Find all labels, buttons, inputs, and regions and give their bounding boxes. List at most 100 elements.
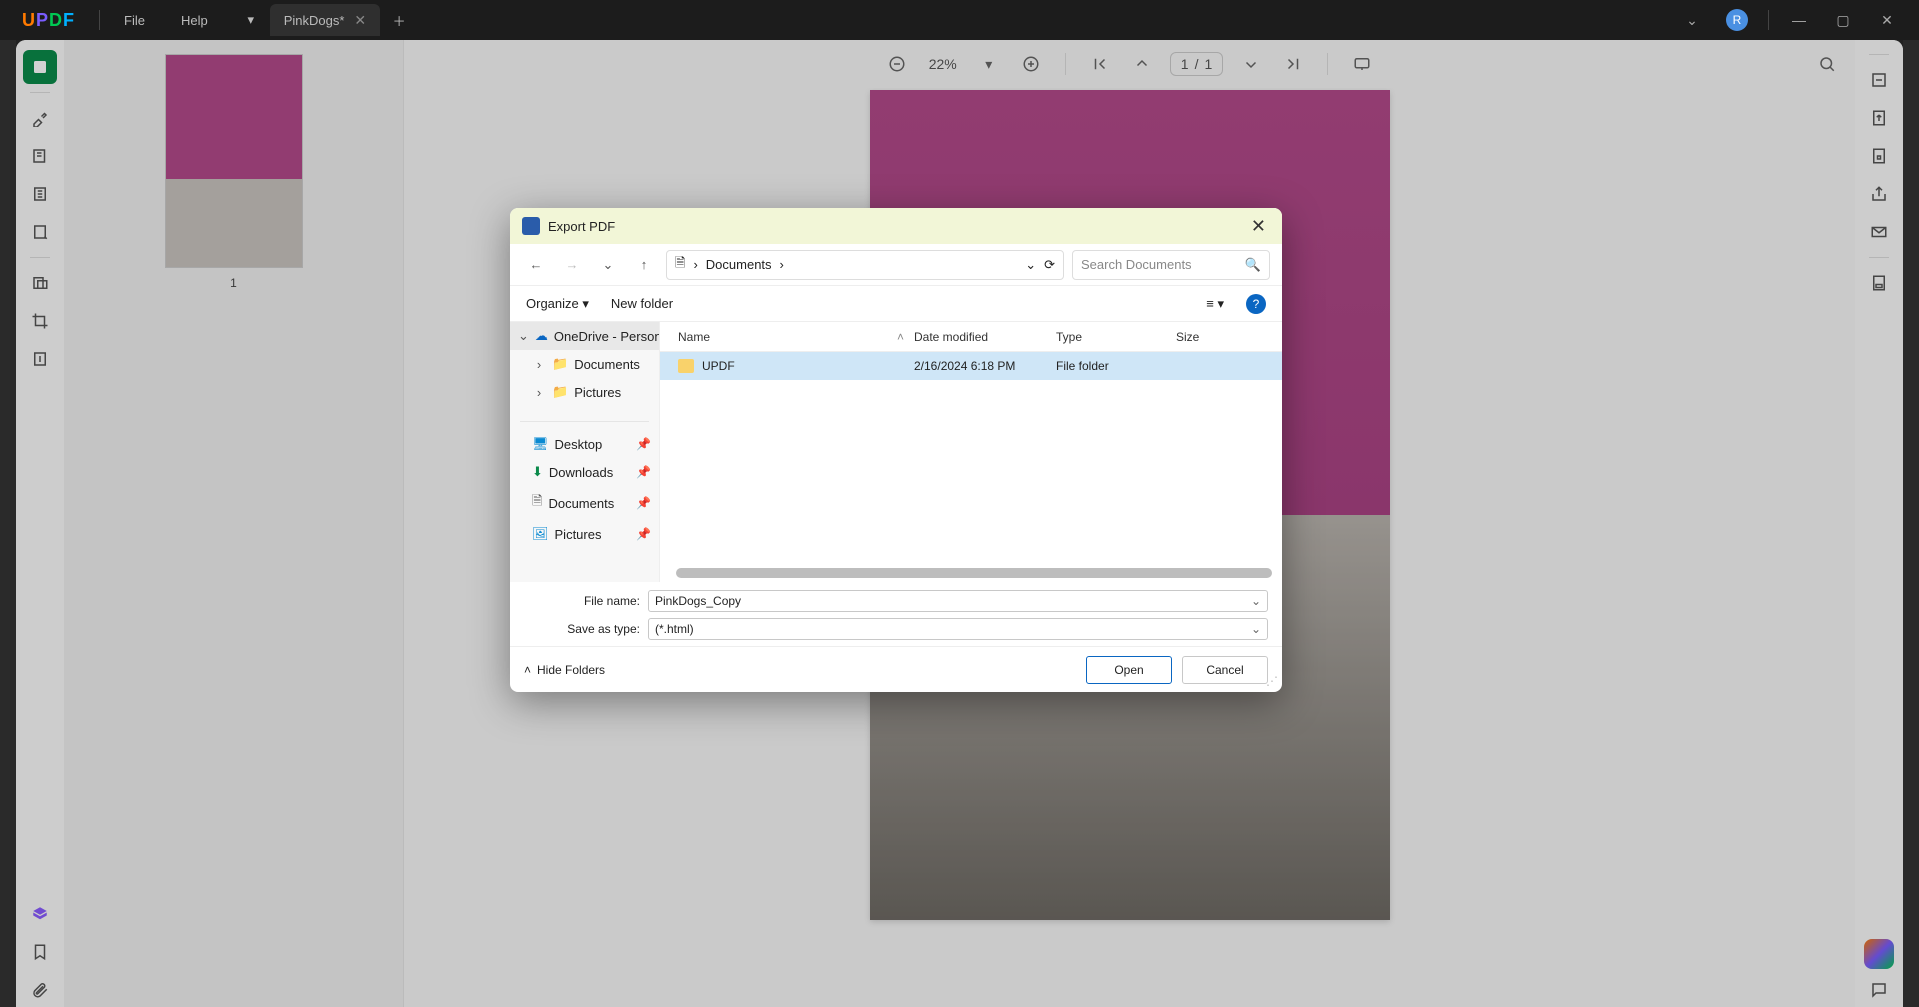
- cancel-button[interactable]: Cancel: [1182, 656, 1268, 684]
- menu-help[interactable]: Help: [163, 13, 226, 28]
- pin-icon: 📌: [636, 496, 651, 510]
- folder-tree: ⌄ ☁ OneDrive - Personal › 📁 Documents › …: [510, 322, 660, 582]
- app-icon: [522, 217, 540, 235]
- search-input[interactable]: Search Documents 🔍: [1072, 250, 1270, 280]
- chevron-up-icon: ˄: [524, 663, 531, 677]
- chevron-down-icon[interactable]: ⌄: [1672, 0, 1712, 40]
- saveas-label: Save as type:: [524, 622, 640, 636]
- app-logo: UPDF: [0, 10, 93, 31]
- tree-label: Pictures: [574, 385, 621, 400]
- row-type: File folder: [1056, 359, 1176, 373]
- app-titlebar: UPDF File Help ▾ PinkDogs* ✕ ＋ ⌄ R ― ▢ ✕: [0, 0, 1919, 40]
- tree-label: Documents: [548, 496, 614, 511]
- resize-grip-icon[interactable]: ⋰: [1266, 674, 1278, 688]
- tree-item-documents2[interactable]: 🗎 Documents 📌: [510, 486, 659, 520]
- pin-icon: 📌: [636, 437, 651, 451]
- tree-label: Pictures: [555, 527, 602, 542]
- dialog-fields: File name: PinkDogs_Copy⌄ Save as type: …: [510, 582, 1282, 646]
- folder-icon: 📁: [552, 356, 568, 372]
- minimize-button[interactable]: ―: [1779, 0, 1819, 40]
- file-list: Name˄ Date modified Type Size UPDF 2/16/…: [660, 322, 1282, 582]
- column-type[interactable]: Type: [1056, 330, 1176, 344]
- cloud-icon: ☁: [535, 328, 548, 344]
- hide-folders-toggle[interactable]: ˄Hide Folders: [524, 663, 605, 677]
- download-icon: ⬇: [532, 464, 543, 480]
- dialog-title: Export PDF: [548, 219, 615, 234]
- dialog-toolbar: Organize ▾ New folder ≡ ▾ ?: [510, 286, 1282, 322]
- help-icon[interactable]: ?: [1246, 294, 1266, 314]
- search-icon: 🔍: [1245, 257, 1261, 273]
- open-button[interactable]: Open: [1086, 656, 1172, 684]
- nav-back-button[interactable]: ←: [522, 251, 550, 279]
- plus-icon: ＋: [393, 11, 406, 30]
- tree-item-desktop[interactable]: 🖥 Desktop 📌: [510, 430, 659, 458]
- tree-item-downloads[interactable]: ⬇ Downloads 📌: [510, 458, 659, 486]
- sort-asc-icon: ˄: [897, 330, 904, 344]
- dialog-nav: ← → ⌄ ↑ 🗎 › Documents › ⌄ ⟳ Search Docum…: [510, 244, 1282, 286]
- organize-menu[interactable]: Organize ▾: [526, 296, 589, 312]
- folder-icon: 🗎: [675, 254, 685, 276]
- dialog-titlebar: Export PDF ✕: [510, 208, 1282, 244]
- nav-forward-button[interactable]: →: [558, 251, 586, 279]
- pin-icon: 📌: [636, 527, 651, 541]
- close-tab-icon[interactable]: ✕: [354, 12, 366, 29]
- chevron-right-icon[interactable]: ›: [532, 385, 546, 400]
- filename-label: File name:: [524, 594, 640, 608]
- separator: [99, 10, 100, 30]
- dropdown-icon[interactable]: ⌄: [1251, 622, 1261, 636]
- desktop-icon: 🖥: [532, 436, 549, 452]
- chevron-right-icon[interactable]: ›: [532, 357, 546, 372]
- folder-icon: [678, 359, 694, 373]
- row-name: UPDF: [702, 359, 735, 373]
- list-header: Name˄ Date modified Type Size: [660, 322, 1282, 352]
- row-date: 2/16/2024 6:18 PM: [914, 359, 1056, 373]
- column-date[interactable]: Date modified: [914, 330, 1056, 344]
- saveas-select[interactable]: (*.html)⌄: [648, 618, 1268, 640]
- dialog-body: ⌄ ☁ OneDrive - Personal › 📁 Documents › …: [510, 322, 1282, 582]
- breadcrumb-item[interactable]: Documents: [706, 257, 772, 272]
- tree-label: OneDrive - Personal: [554, 329, 660, 344]
- close-dialog-button[interactable]: ✕: [1247, 216, 1270, 237]
- folder-icon: 📁: [552, 384, 568, 400]
- chevron-down-icon[interactable]: ⌄: [518, 328, 529, 344]
- column-size[interactable]: Size: [1176, 330, 1282, 344]
- document-icon: 🗎: [532, 492, 542, 514]
- new-folder-button[interactable]: New folder: [611, 296, 673, 311]
- tree-label: Desktop: [555, 437, 603, 452]
- chevron-down-icon: ▾: [247, 12, 254, 28]
- tree-item-documents[interactable]: › 📁 Documents: [510, 350, 659, 378]
- tab-dropdown[interactable]: ▾: [236, 4, 266, 36]
- user-avatar[interactable]: R: [1726, 9, 1748, 31]
- list-row[interactable]: UPDF 2/16/2024 6:18 PM File folder: [660, 352, 1282, 380]
- menu-file[interactable]: File: [106, 13, 163, 28]
- horizontal-scrollbar[interactable]: [676, 568, 1272, 578]
- document-tab[interactable]: PinkDogs* ✕: [270, 4, 380, 36]
- tree-label: Downloads: [549, 465, 613, 480]
- maximize-button[interactable]: ▢: [1823, 0, 1863, 40]
- tab-label: PinkDogs*: [284, 13, 345, 28]
- dialog-footer: ˄Hide Folders Open Cancel: [510, 646, 1282, 692]
- pictures-icon: 🖼: [532, 526, 549, 542]
- address-dropdown-icon[interactable]: ⌄: [1025, 257, 1036, 273]
- nav-recent-button[interactable]: ⌄: [594, 251, 622, 279]
- dropdown-icon[interactable]: ⌄: [1251, 594, 1261, 608]
- refresh-icon[interactable]: ⟳: [1044, 257, 1055, 273]
- separator: [520, 408, 649, 422]
- view-mode-button[interactable]: ≡ ▾: [1206, 296, 1224, 312]
- breadcrumb-separator: ›: [780, 257, 784, 272]
- address-bar[interactable]: 🗎 › Documents › ⌄ ⟳: [666, 250, 1064, 280]
- search-placeholder: Search Documents: [1081, 257, 1192, 272]
- breadcrumb-separator: ›: [693, 257, 697, 272]
- tree-item-pictures2[interactable]: 🖼 Pictures 📌: [510, 520, 659, 548]
- tree-label: Documents: [574, 357, 640, 372]
- tree-item-onedrive[interactable]: ⌄ ☁ OneDrive - Personal: [510, 322, 659, 350]
- new-tab-button[interactable]: ＋: [384, 4, 414, 36]
- export-dialog: Export PDF ✕ ← → ⌄ ↑ 🗎 › Documents › ⌄ ⟳…: [510, 208, 1282, 692]
- separator: [1768, 10, 1769, 30]
- column-name[interactable]: Name˄: [660, 330, 914, 344]
- close-window-button[interactable]: ✕: [1867, 0, 1907, 40]
- filename-input[interactable]: PinkDogs_Copy⌄: [648, 590, 1268, 612]
- tab-host: ▾ PinkDogs* ✕ ＋: [236, 0, 418, 40]
- tree-item-pictures[interactable]: › 📁 Pictures: [510, 378, 659, 406]
- nav-up-button[interactable]: ↑: [630, 251, 658, 279]
